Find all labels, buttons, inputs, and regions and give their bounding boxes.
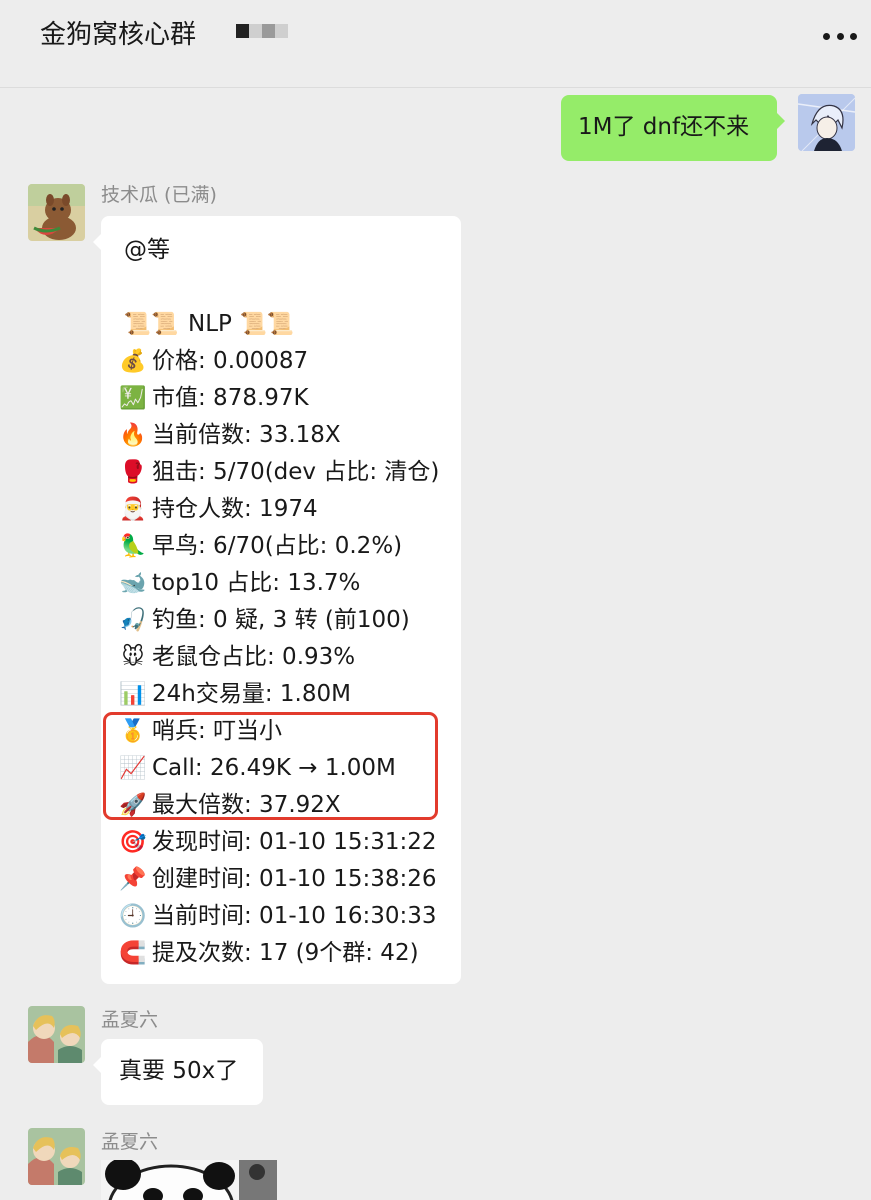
bot-info-line: 🐭 老鼠仓占比: 0.93% [118, 639, 461, 676]
self-avatar[interactable] [798, 94, 855, 151]
sender-name: 孟夏六 [101, 1009, 159, 1031]
line-text: 发现时间: 01-10 15:31:22 [152, 829, 437, 855]
line-text: top10 占比: 13.7% [152, 570, 361, 596]
bot-info-line: 📜📜 NLP 📜📜 [118, 306, 461, 343]
bot-info-line: 🎅 持仓人数: 1974 [118, 491, 461, 528]
line-text: 老鼠仓占比: 0.93% [152, 644, 356, 670]
bot-info-line: 🧲 提及次数: 17 (9个群: 42) [118, 935, 461, 972]
line-emoji-icon: 🎯 [119, 829, 147, 855]
line-text: NLP [188, 311, 232, 337]
self-message-text: 1M了 dnf还不来 [578, 114, 750, 140]
bot-info-line: 🎯 发现时间: 01-10 15:31:22 [118, 824, 461, 861]
line-emoji-icon: 💰 [119, 348, 147, 374]
group-title: 金狗窝核心群 [40, 20, 197, 50]
line-text: 持仓人数: 1974 [152, 496, 318, 522]
bot-info-line: 💰 价格: 0.00087 [118, 343, 461, 380]
line-text: 创建时间: 01-10 15:38:26 [152, 866, 437, 892]
bot-info-line: 🥊 狙击: 5/70(dev 占比: 清仓) [118, 454, 461, 491]
line-emoji-icon: 💹 [119, 385, 147, 411]
line-text: 24h交易量: 1.80M [152, 681, 351, 707]
line-text: 钓鱼: 0 疑, 3 转 (前100) [152, 607, 410, 633]
chat-header: 金狗窝核心群 [0, 0, 871, 88]
bot-info-line: 📌 创建时间: 01-10 15:38:26 [118, 861, 461, 898]
bot-message-lines: 📜📜 NLP 📜📜 💰 价格: 0.00087 💹 市值: 878.97K 🔥 当前倍数: 33… [118, 306, 461, 972]
bot-info-line: 🎣 钓鱼: 0 疑, 3 转 (前100) [118, 602, 461, 639]
sender-avatar-mengxialiu[interactable] [28, 1128, 85, 1185]
sender-name: 技术瓜 (已满) [101, 184, 217, 206]
bot-info-line: 🐋 top10 占比: 13.7% [118, 565, 461, 602]
group-badge [236, 24, 288, 38]
line-emoji-icon: 🎣 [119, 607, 147, 633]
line-text: 提及次数: 17 (9个群: 42) [152, 940, 419, 966]
message-text: 真要 50x了 [119, 1058, 239, 1084]
self-message-bubble[interactable]: 1M了 dnf还不来 [561, 95, 785, 161]
line-text: 当前时间: 01-10 16:30:33 [152, 903, 437, 929]
bot-info-line: 📊 24h交易量: 1.80M [118, 676, 461, 713]
sender-name: 孟夏六 [101, 1131, 159, 1153]
line-emoji-icon: 🐋 [119, 570, 147, 596]
sender-avatar-mengxialiu[interactable] [28, 1006, 85, 1063]
line-emoji-icon: 📜📜 [123, 311, 179, 337]
sender-avatar-jishugua[interactable] [28, 184, 85, 241]
line-emoji-icon: 🧲 [119, 940, 147, 966]
line-emoji-icon: 🎅 [119, 496, 147, 522]
line-text: 市值: 878.97K [152, 385, 309, 411]
text-message-bubble[interactable]: 真要 50x了 [93, 1039, 263, 1105]
line-emoji-icon: 📌 [119, 866, 147, 892]
line-text: 早鸟: 6/70(占比: 0.2%) [152, 533, 403, 559]
mention-line: @等 [118, 232, 461, 269]
bot-info-line: 🔥 当前倍数: 33.18X [118, 417, 461, 454]
bot-info-line: 🦜 早鸟: 6/70(占比: 0.2%) [118, 528, 461, 565]
more-options-icon[interactable] [823, 26, 857, 46]
line-emoji-icon: 🕘 [119, 903, 147, 929]
panda-meme-image[interactable] [101, 1160, 277, 1200]
bot-message-bubble[interactable]: @等 📜📜 NLP 📜📜 💰 价格: 0.00087 💹 市值: 878.97K 🔥 当前倍数:… [93, 216, 461, 984]
line-emoji-icon: 🦜 [119, 533, 147, 559]
bot-info-line: 💹 市值: 878.97K [118, 380, 461, 417]
red-highlight-box [103, 712, 438, 820]
line-emoji-icon: 🐭 [121, 644, 145, 670]
line-emoji-icon: 📜📜 [239, 311, 295, 337]
line-emoji-icon: 🔥 [119, 422, 147, 448]
line-text: 狙击: 5/70(dev 占比: 清仓) [152, 459, 440, 485]
bot-info-line: 🕘 当前时间: 01-10 16:30:33 [118, 898, 461, 935]
line-emoji-icon: 🥊 [119, 459, 147, 485]
line-text: 价格: 0.00087 [152, 348, 309, 374]
mention-text: @等 [124, 237, 170, 263]
line-emoji-icon: 📊 [119, 681, 147, 707]
line-text: 当前倍数: 33.18X [152, 422, 341, 448]
